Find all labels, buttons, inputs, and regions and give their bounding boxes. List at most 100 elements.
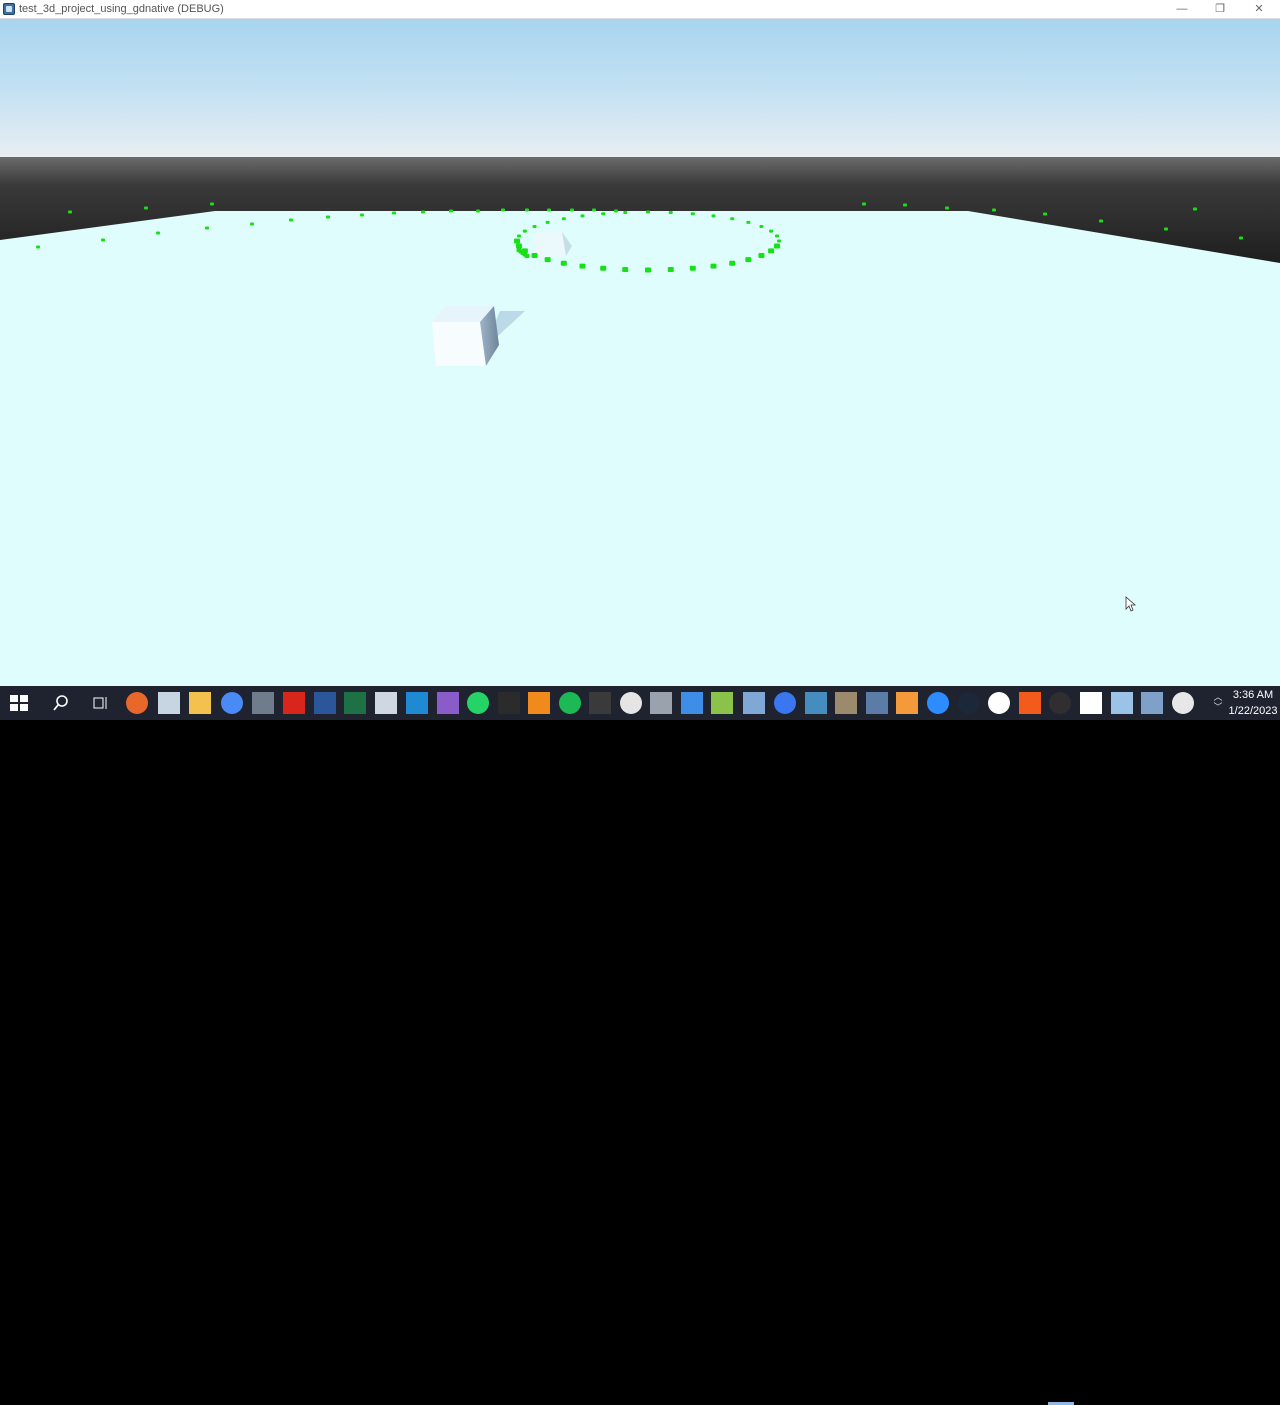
snipping-tool-icon[interactable] — [375, 692, 397, 714]
waypoint-marker — [544, 257, 551, 263]
waypoint-marker — [205, 226, 209, 230]
windows-start-icon[interactable] — [8, 692, 30, 714]
slack-icon[interactable] — [620, 692, 642, 714]
waypoint-marker — [689, 265, 696, 271]
minimize-button[interactable]: — — [1162, 0, 1202, 19]
waypoint-marker — [579, 263, 586, 269]
remote-desktop-icon[interactable] — [866, 692, 888, 714]
notepad-plus-icon[interactable] — [711, 692, 733, 714]
waypoint-marker — [667, 267, 674, 273]
file-explorer-icon[interactable] — [189, 692, 211, 714]
calculator-icon[interactable] — [252, 692, 274, 714]
waypoint-marker — [1164, 227, 1168, 231]
waypoint-marker — [570, 208, 574, 212]
visual-studio-icon[interactable] — [437, 692, 459, 714]
waypoint-marker — [561, 217, 566, 221]
waypoint-marker — [601, 212, 606, 216]
signal-icon[interactable] — [774, 692, 796, 714]
waypoint-marker — [645, 267, 651, 273]
waypoint-marker — [646, 210, 650, 214]
terminal-alt-icon[interactable] — [589, 692, 611, 714]
waypoint-marker — [774, 243, 781, 249]
waypoint-marker — [326, 215, 330, 219]
game-viewport[interactable] — [0, 19, 1280, 686]
excel-icon[interactable] — [344, 692, 366, 714]
waypoint-marker — [144, 206, 148, 210]
notes-icon[interactable] — [896, 692, 918, 714]
waypoint-marker — [68, 210, 72, 214]
waypoint-marker — [289, 218, 293, 222]
waypoint-marker — [101, 238, 105, 242]
restore-button[interactable]: ❐ — [1200, 0, 1240, 19]
orange-app-icon[interactable] — [1019, 692, 1041, 714]
tray-overflow-chevron[interactable]: ︿ ﹀ — [1211, 692, 1225, 714]
clock-date[interactable]: 1/22/2023 — [1228, 704, 1278, 718]
waypoint-marker — [514, 238, 520, 244]
waypoint-marker — [690, 212, 695, 216]
waypoint-marker — [476, 209, 480, 213]
waypoint-marker — [545, 220, 550, 224]
waypoint-marker — [730, 217, 735, 221]
waypoint-marker — [759, 225, 764, 228]
waypoint-marker — [524, 254, 530, 258]
waypoint-marker — [1099, 219, 1103, 223]
waypoint-marker — [768, 248, 775, 254]
waypoint-marker — [945, 206, 949, 210]
document-icon[interactable] — [1080, 692, 1102, 714]
waypoint-marker — [710, 263, 717, 269]
acrobat-icon[interactable] — [283, 692, 305, 714]
clock-time[interactable]: 3:36 AM — [1228, 688, 1278, 702]
chrome-icon[interactable] — [221, 692, 243, 714]
whatsapp-icon[interactable] — [467, 692, 489, 714]
waypoint-marker — [769, 229, 774, 233]
godot-icon[interactable] — [805, 692, 827, 714]
waypoint-marker — [525, 208, 529, 212]
waypoint-marker — [531, 253, 538, 258]
ground-plane — [0, 211, 1280, 686]
file-explorer-alt-icon[interactable] — [158, 692, 180, 714]
waypoint-marker — [668, 210, 673, 214]
waypoint-marker — [614, 209, 618, 213]
close-button[interactable]: ✕ — [1239, 0, 1279, 19]
waypoint-marker — [623, 210, 628, 214]
sky — [0, 19, 1280, 158]
word-icon[interactable] — [314, 692, 336, 714]
steam-icon[interactable] — [958, 692, 980, 714]
clock-app-icon[interactable] — [1172, 692, 1194, 714]
waypoint-marker — [156, 231, 160, 235]
waypoint-marker — [600, 265, 607, 271]
generic-app-icon[interactable] — [650, 692, 672, 714]
cube-front — [432, 322, 486, 366]
waypoint-marker — [449, 209, 453, 213]
waypoint-marker — [592, 208, 596, 212]
paint-icon[interactable] — [1111, 692, 1133, 714]
waypoint-marker — [250, 222, 254, 226]
waypoint-marker — [421, 210, 425, 214]
terminal-icon[interactable] — [498, 692, 520, 714]
waypoint-marker — [777, 239, 781, 243]
waypoint-marker — [711, 214, 716, 218]
network-icon[interactable] — [743, 692, 765, 714]
waypoint-marker — [745, 257, 752, 263]
waypoint-marker — [210, 202, 214, 206]
todo-icon[interactable] — [681, 692, 703, 714]
waypoint-marker — [758, 253, 765, 258]
taskbar: ︿ ﹀ — [0, 686, 1280, 1405]
search-icon[interactable] — [50, 692, 72, 714]
zoom-icon[interactable] — [927, 692, 949, 714]
waypoint-marker — [992, 208, 996, 212]
waypoint-marker — [862, 202, 866, 206]
waypoint-marker — [532, 225, 537, 228]
waypoint-marker — [746, 220, 751, 224]
virtualbox-icon[interactable] — [1141, 692, 1163, 714]
vlc-icon[interactable] — [528, 692, 550, 714]
firefox-icon[interactable] — [126, 692, 148, 714]
github-icon[interactable] — [988, 692, 1010, 714]
gimp-icon[interactable] — [835, 692, 857, 714]
task-view-icon[interactable] — [89, 692, 111, 714]
obs-icon[interactable] — [1049, 692, 1071, 714]
waypoint-marker — [522, 229, 527, 233]
waypoint-marker — [1239, 236, 1243, 240]
vscode-icon[interactable] — [406, 692, 428, 714]
spotify-icon[interactable] — [559, 692, 581, 714]
